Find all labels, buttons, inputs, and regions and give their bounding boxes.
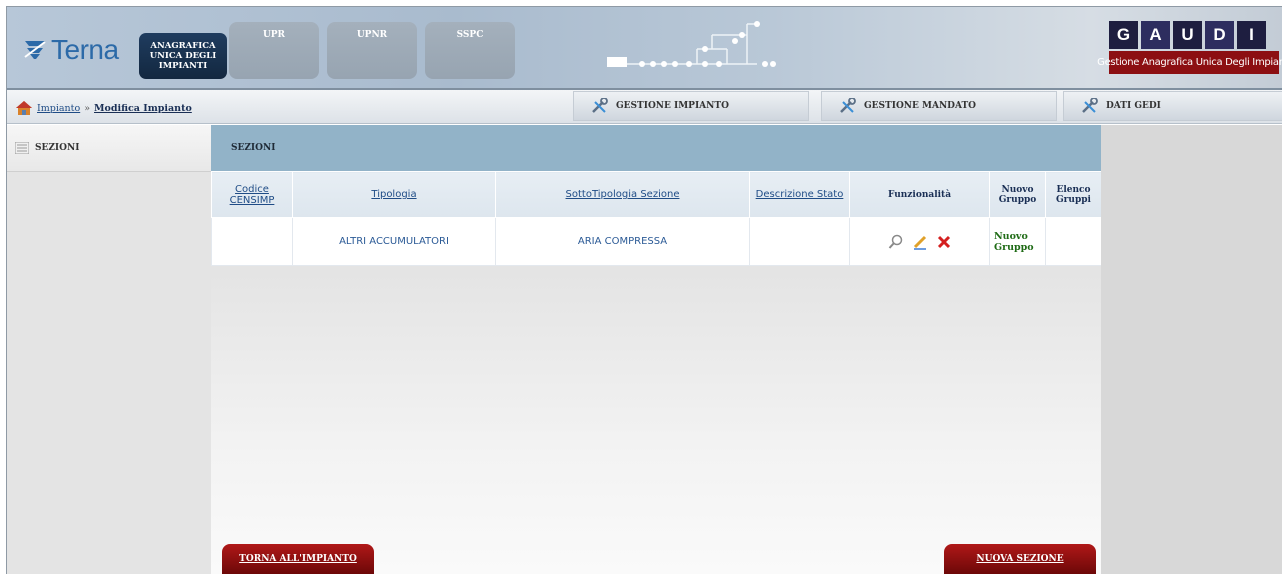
nuovo-gruppo-link[interactable]: Nuovo Gruppo — [989, 217, 1046, 266]
col-header-tipologia[interactable]: Tipologia — [292, 171, 496, 218]
tab-label: DATI GEDI — [1106, 101, 1161, 111]
circuit-graphic — [607, 21, 776, 67]
right-pane — [1101, 125, 1282, 574]
terna-logo-icon — [24, 41, 46, 59]
col-header-label: Descrizione Stato — [755, 189, 844, 200]
sezioni-table: Codice CENSIMP Tipologia SottoTipologia … — [211, 171, 1102, 266]
col-header-elenco-gruppi: Elenco Gruppi — [1045, 171, 1102, 218]
tab-gestione-mandato[interactable]: GESTIONE MANDATO — [821, 91, 1057, 121]
view-icon[interactable] — [888, 234, 904, 250]
cell-tipologia: ALTRI ACCUMULATORI — [292, 217, 496, 266]
gaudi-logo: G A U D I Gestione Anagrafica Unica Degl… — [1097, 21, 1282, 81]
tab-upnr[interactable]: UPNR — [327, 22, 417, 79]
cell-codice — [211, 217, 293, 266]
tab-label: GESTIONE MANDATO — [864, 101, 977, 111]
edit-icon[interactable] — [912, 234, 928, 250]
col-header-sottotipologia[interactable]: SottoTipologia Sezione — [495, 171, 750, 218]
tab-gestione-impianto[interactable]: GESTIONE IMPIANTO — [573, 91, 809, 121]
breadcrumb-parent-link[interactable]: Impianto — [37, 103, 80, 114]
home-icon[interactable] — [15, 100, 33, 116]
tools-icon — [592, 98, 608, 113]
breadcrumb-current[interactable]: Modifica Impianto — [94, 103, 192, 114]
gaudi-letter: G — [1109, 21, 1138, 49]
sidebar-title: SEZIONI — [35, 143, 80, 153]
col-header-stato[interactable]: Descrizione Stato — [749, 171, 850, 218]
brand-word: Terna — [51, 34, 119, 65]
list-icon — [15, 142, 29, 154]
cell-elenco-gruppi — [1045, 217, 1102, 266]
nav-bar: Impianto » Modifica Impianto GESTIONE IM… — [7, 90, 1282, 124]
brand-logo: Terna ANAGRAFICA UNICA DEGLI IMPIANTI — [13, 21, 227, 80]
sezioni-panel: SEZIONI Codice CENSIMP Tipologia SottoTi… — [211, 125, 1102, 266]
table-row: ALTRI ACCUMULATORI ARIA COMPRESSA Nuovo … — [211, 217, 1102, 266]
tab-upr[interactable]: UPR — [229, 22, 319, 79]
back-to-impianto-button[interactable]: TORNA ALL'IMPIANTO — [222, 544, 374, 574]
sidebar: SEZIONI — [7, 125, 211, 574]
app-badge[interactable]: ANAGRAFICA UNICA DEGLI IMPIANTI — [139, 33, 227, 79]
col-header-funzionalita: Funzionalità — [849, 171, 990, 218]
col-header-codice[interactable]: Codice CENSIMP — [211, 171, 293, 218]
gaudi-letter: I — [1237, 21, 1266, 49]
tab-sspc[interactable]: SSPC — [425, 22, 515, 79]
gaudi-subtitle: Gestione Anagrafica Unica Degli Impianti — [1097, 51, 1282, 74]
gaudi-letter: A — [1141, 21, 1170, 49]
col-header-label: SottoTipologia Sezione — [565, 189, 680, 200]
new-section-button[interactable]: NUOVA SEZIONE — [944, 544, 1096, 574]
cell-sottotipologia: ARIA COMPRESSA — [495, 217, 750, 266]
gaudi-letter: D — [1205, 21, 1234, 49]
breadcrumb-separator: » — [84, 102, 91, 114]
tools-icon — [1082, 98, 1098, 113]
app-header: Terna ANAGRAFICA UNICA DEGLI IMPIANTI UP… — [7, 7, 1282, 90]
app-frame: Terna ANAGRAFICA UNICA DEGLI IMPIANTI UP… — [6, 6, 1282, 574]
tools-icon — [840, 98, 856, 113]
cell-funzionalita — [849, 217, 990, 266]
breadcrumb: Impianto » Modifica Impianto — [15, 100, 192, 116]
col-header-nuovo-gruppo: Nuovo Gruppo — [989, 171, 1046, 218]
col-header-label: Codice CENSIMP — [229, 183, 275, 206]
delete-icon[interactable] — [936, 234, 952, 250]
tab-dati-gedi[interactable]: DATI GEDI — [1063, 91, 1282, 121]
sidebar-item-sezioni[interactable]: SEZIONI — [7, 125, 211, 172]
cell-stato — [749, 217, 850, 266]
tab-label: GESTIONE IMPIANTO — [616, 101, 729, 111]
sezioni-title: SEZIONI — [211, 125, 1101, 171]
gaudi-letter: U — [1173, 21, 1202, 49]
col-header-label: Tipologia — [371, 189, 417, 200]
table-header-row: Codice CENSIMP Tipologia SottoTipologia … — [211, 171, 1102, 218]
